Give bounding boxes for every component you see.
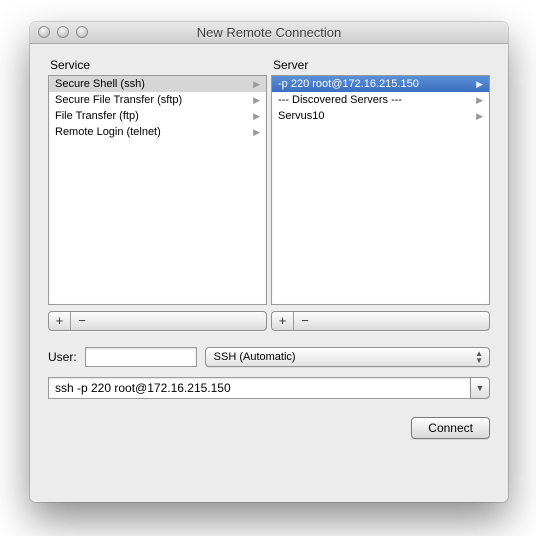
remove-service-button[interactable]: −: [71, 312, 93, 330]
server-add-remove: + −: [271, 311, 490, 331]
service-label: Service: [48, 58, 267, 72]
add-server-button[interactable]: +: [272, 312, 294, 330]
chevron-right-icon: ▶: [476, 111, 483, 122]
list-item-label: Servus10: [278, 110, 324, 122]
chevron-right-icon: ▶: [253, 79, 260, 90]
server-item-servus10[interactable]: Servus10 ▶: [272, 108, 489, 124]
chevron-right-icon: ▶: [253, 95, 260, 106]
server-item-discovered-header[interactable]: --- Discovered Servers --- ▶: [272, 92, 489, 108]
service-add-remove: + −: [48, 311, 267, 331]
chevron-down-icon: ▼: [476, 383, 485, 393]
command-field[interactable]: [48, 377, 470, 399]
remove-server-button[interactable]: −: [294, 312, 316, 330]
service-list[interactable]: Secure Shell (ssh) ▶ Secure File Transfe…: [48, 75, 267, 305]
minimize-icon[interactable]: [57, 26, 69, 38]
server-item-selected[interactable]: -p 220 root@172.16.215.150 ▶: [272, 76, 489, 92]
updown-icon: ▲▼: [475, 350, 483, 364]
list-item-label: File Transfer (ftp): [55, 110, 139, 122]
close-icon[interactable]: [38, 26, 50, 38]
server-label: Server: [271, 58, 490, 72]
connect-button[interactable]: Connect: [411, 417, 490, 439]
service-item-ftp[interactable]: File Transfer (ftp) ▶: [49, 108, 266, 124]
list-item-label: Secure Shell (ssh): [55, 78, 145, 90]
auth-popup[interactable]: SSH (Automatic) ▲▼: [205, 347, 490, 367]
titlebar: New Remote Connection: [30, 22, 508, 44]
add-service-button[interactable]: +: [49, 312, 71, 330]
command-dropdown-button[interactable]: ▼: [470, 377, 490, 399]
user-field[interactable]: [85, 347, 197, 367]
list-item-label: Remote Login (telnet): [55, 126, 161, 138]
window-title: New Remote Connection: [30, 22, 508, 44]
zoom-icon[interactable]: [76, 26, 88, 38]
list-item-label: --- Discovered Servers ---: [278, 94, 402, 106]
window: New Remote Connection Service Secure She…: [30, 22, 508, 502]
user-label: User:: [48, 350, 77, 364]
server-list[interactable]: -p 220 root@172.16.215.150 ▶ --- Discove…: [271, 75, 490, 305]
service-item-sftp[interactable]: Secure File Transfer (sftp) ▶: [49, 92, 266, 108]
list-item-label: -p 220 root@172.16.215.150: [278, 78, 419, 90]
service-item-ssh[interactable]: Secure Shell (ssh) ▶: [49, 76, 266, 92]
chevron-right-icon: ▶: [253, 127, 260, 138]
chevron-right-icon: ▶: [476, 95, 483, 106]
chevron-right-icon: ▶: [253, 111, 260, 122]
service-item-telnet[interactable]: Remote Login (telnet) ▶: [49, 124, 266, 140]
chevron-right-icon: ▶: [476, 79, 483, 90]
auth-popup-value: SSH (Automatic): [214, 351, 296, 363]
window-controls: [38, 26, 88, 38]
list-item-label: Secure File Transfer (sftp): [55, 94, 182, 106]
